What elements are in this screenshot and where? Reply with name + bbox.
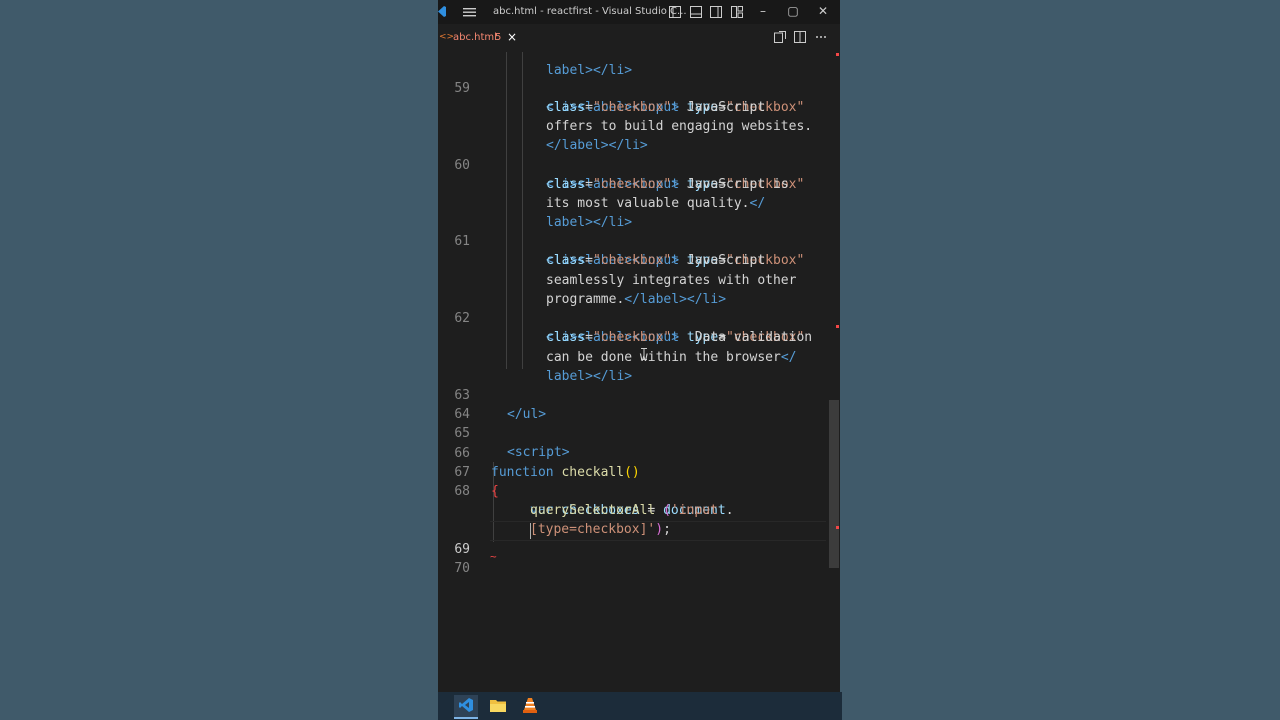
text-cursor bbox=[530, 523, 531, 539]
code-line: seamlessly integrates with other bbox=[438, 252, 828, 288]
taskbar-vlc[interactable] bbox=[518, 695, 542, 717]
code-line: 66 function checkall() bbox=[438, 425, 828, 480]
vscode-icon bbox=[459, 698, 473, 712]
taskbar-file-explorer[interactable] bbox=[486, 695, 510, 717]
code-line: offers to build engaging websites. bbox=[438, 98, 828, 134]
maximize-button[interactable]: ▢ bbox=[786, 4, 800, 18]
taskbar bbox=[438, 692, 842, 720]
code-line: class="checkbox"> Data validation bbox=[438, 309, 828, 345]
error-marker bbox=[836, 325, 839, 328]
code-line: 68 var checkboxes = document. bbox=[438, 463, 828, 518]
code-line: 67 { bbox=[438, 444, 828, 499]
taskbar-vscode[interactable] bbox=[454, 695, 478, 719]
code-line: 62 <li><label><input type="checkbox" bbox=[438, 290, 828, 345]
html-file-icon: <> bbox=[439, 32, 455, 42]
code-line: 59 <li><label><input type="checkbox" bbox=[438, 60, 828, 115]
minimize-button[interactable]: – bbox=[756, 4, 770, 18]
code-line: class="checkbox"> JavaScript bbox=[438, 79, 828, 115]
code-line: 61 <li><label><input type="checkbox" bbox=[438, 213, 828, 268]
code-line: 69 bbox=[438, 521, 828, 557]
code-line: </label></li> bbox=[438, 117, 828, 153]
code-line: querySelectorAll ('input bbox=[438, 482, 828, 518]
code-line: [type=checkbox]'); bbox=[438, 501, 828, 537]
close-window-button[interactable]: ✕ bbox=[816, 4, 830, 18]
hamburger-menu-icon[interactable] bbox=[463, 5, 476, 19]
code-line: programme.</label></li> bbox=[438, 271, 828, 307]
vlc-icon bbox=[523, 698, 537, 713]
window-title: abc.html - reactfirst - Visual Studio C.… bbox=[493, 6, 687, 17]
vertical-scrollbar[interactable] bbox=[828, 52, 840, 692]
code-line: 63 </ul> bbox=[438, 367, 828, 422]
toggle-primary-sidebar-icon[interactable] bbox=[669, 6, 681, 18]
error-marker bbox=[836, 526, 839, 529]
file-explorer-icon bbox=[490, 700, 506, 712]
vscode-logo-icon bbox=[438, 6, 446, 17]
title-bar: abc.html - reactfirst - Visual Studio C.… bbox=[438, 0, 840, 24]
customize-layout-icon[interactable] bbox=[731, 6, 743, 18]
toggle-secondary-sidebar-icon[interactable] bbox=[710, 6, 722, 18]
line-number: 70 bbox=[454, 561, 470, 577]
toggle-panel-icon[interactable] bbox=[690, 6, 702, 18]
code-line: label></li> bbox=[438, 194, 828, 230]
error-squiggle: ~ bbox=[490, 550, 497, 563]
error-marker bbox=[836, 53, 839, 56]
code-line: its most valuable quality.</ bbox=[438, 175, 828, 211]
ibeam-cursor-icon bbox=[641, 348, 647, 360]
code-line: class="checkbox"> JavaScript is bbox=[438, 156, 828, 192]
vscode-window: abc.html - reactfirst - Visual Studio C.… bbox=[438, 0, 840, 692]
scrollbar-thumb[interactable] bbox=[829, 400, 839, 568]
code-line: class="checkbox"> JavaScript bbox=[438, 232, 828, 268]
code-editor[interactable]: label></li> 59 <li><label><input type="c… bbox=[438, 52, 828, 692]
code-line: label></li> bbox=[438, 42, 828, 78]
code-line: 60 <li><label><input type="checkbox" bbox=[438, 137, 828, 192]
code-line: 65 <script> bbox=[438, 405, 828, 460]
code-line: can be done within the browser</ bbox=[438, 329, 828, 365]
code-line: label></li> bbox=[438, 348, 828, 384]
code-line: 64 bbox=[438, 386, 828, 422]
